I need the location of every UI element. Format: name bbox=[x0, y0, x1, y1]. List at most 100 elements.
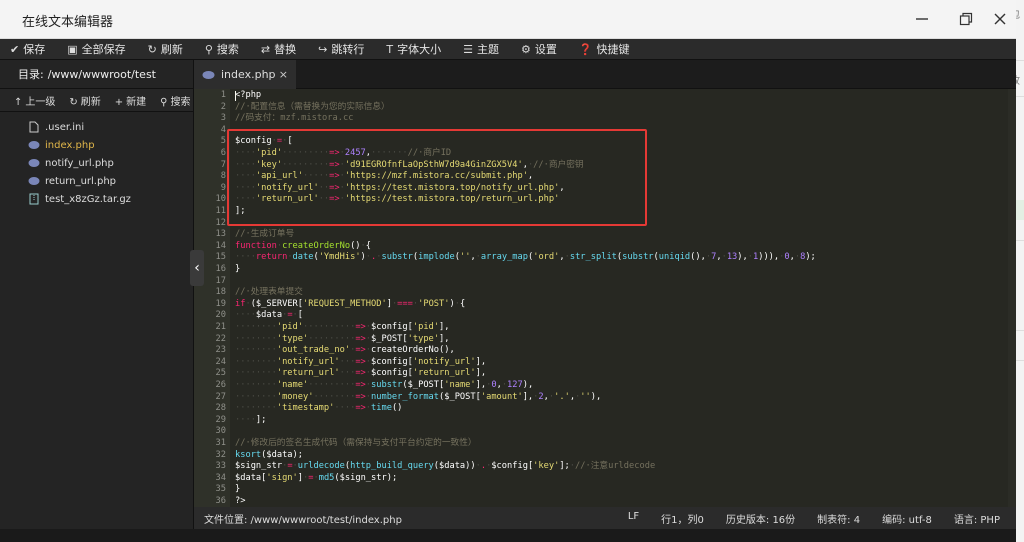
code-text: ········'out_trade_no'·=>·createOrderNo(… bbox=[235, 345, 455, 356]
parent-dir-button[interactable]: ↑ 上一级 bbox=[14, 93, 55, 108]
code-line: 23 ········'out_trade_no'·=>·createOrderN… bbox=[194, 345, 984, 357]
chevron-left-icon: ‹ bbox=[194, 260, 200, 276]
line-number: 4 bbox=[220, 124, 226, 135]
theme-button[interactable]: ☰ 主题 bbox=[463, 41, 499, 57]
replace-icon: ⇄ bbox=[260, 42, 271, 56]
line-number: 36 bbox=[215, 496, 226, 506]
goto-line-button[interactable]: ↪ 跳转行 bbox=[318, 41, 364, 57]
line-number: 25 bbox=[215, 368, 226, 379]
code-text: <?php bbox=[235, 90, 262, 100]
code-line: 30 bbox=[194, 426, 984, 438]
php-elephant-icon bbox=[202, 70, 215, 79]
code-line: 15 ····return·date('YmdHis')·.·substr(imp… bbox=[194, 252, 984, 264]
status-bar: 文件位置: /www/wwwroot/test/index.php LF 行1，… bbox=[194, 507, 1016, 529]
code-line: 35} bbox=[194, 484, 984, 496]
new-file-button[interactable]: + 新建 bbox=[115, 93, 146, 108]
encoding-status[interactable]: 编码: utf-8 bbox=[882, 511, 932, 526]
line-number: 9 bbox=[220, 182, 226, 193]
code-line: 12 bbox=[194, 218, 984, 230]
minimize-icon bbox=[916, 18, 928, 20]
code-text: function·createOrderNo()·{ bbox=[235, 240, 372, 251]
line-number: 31 bbox=[215, 438, 226, 448]
code-text: ····'return_url'··=>·'https://test.misto… bbox=[235, 194, 560, 205]
code-line: 36 ?> bbox=[194, 496, 984, 507]
line-number: 7 bbox=[220, 159, 226, 170]
code-line: 5 $config·=·[ bbox=[194, 136, 984, 148]
code-line: 3 //码支付：mzf.mistora.cc bbox=[194, 113, 984, 125]
tab-close-icon[interactable]: × bbox=[279, 68, 288, 81]
vertical-scrollbar[interactable] bbox=[1008, 89, 1016, 507]
settings-button[interactable]: ⚙ 设置 bbox=[521, 41, 557, 57]
code-line: 1 <?php bbox=[194, 90, 984, 102]
bottom-edge bbox=[0, 529, 1016, 542]
code-line: 17 bbox=[194, 276, 984, 288]
code-text: ········'pid'··········=>·$config['pid']… bbox=[235, 322, 450, 332]
maximize-button[interactable] bbox=[956, 9, 976, 29]
replace-button[interactable]: ⇄ 替换 bbox=[261, 41, 296, 57]
sidebar-refresh-button[interactable]: ↻ 刷新 bbox=[69, 93, 100, 108]
collapse-sidebar-button[interactable]: ‹ bbox=[190, 250, 204, 286]
code-line: 11]; bbox=[194, 206, 984, 218]
arrow-up-icon: ↑ bbox=[14, 96, 23, 108]
file-item[interactable]: .user.ini bbox=[0, 118, 193, 136]
line-number: 23 bbox=[215, 345, 226, 356]
code-line: 26 ········'name'·········=>·substr($_POS… bbox=[194, 380, 984, 392]
file-item[interactable]: return_url.php bbox=[0, 172, 193, 190]
file-path-status: 文件位置: /www/wwwroot/test/index.php bbox=[204, 514, 402, 526]
save-button[interactable]: ✔ 保存 bbox=[10, 41, 45, 57]
code-text: ········'notify_url'···=>·$config['notif… bbox=[235, 356, 487, 367]
help-icon: ❓ bbox=[578, 42, 593, 56]
file-item[interactable]: notify_url.php bbox=[0, 154, 193, 172]
refresh-icon: ↻ bbox=[69, 96, 78, 108]
window-title: 在线文本编辑器 bbox=[22, 15, 114, 30]
code-line: 33 $sign_str·=·urldecode(http_build_query… bbox=[194, 461, 984, 473]
line-number: 13 bbox=[215, 229, 226, 240]
code-editor[interactable]: 1 <?php 2 //·配置信息（需替换为您的实际信息） 3 //码支付：mzf.mis… bbox=[194, 89, 1016, 507]
history-status[interactable]: 历史版本: 16份 bbox=[726, 511, 795, 526]
editor-window: 在线文本编辑器 ✔ 保存 ▣ 全部保存 ↻ 刷新 ⚲ 搜索 ⇄ 替换 ↪ 跳转行 T 字体大小… bbox=[0, 0, 1016, 542]
php-elephant-icon bbox=[28, 175, 40, 187]
refresh-icon: ↻ bbox=[147, 42, 157, 56]
code-line: 24 ········'notify_url'···=>·$config['not… bbox=[194, 357, 984, 369]
tab-index-php[interactable]: index.php × bbox=[194, 60, 296, 89]
code-line: 13 //·生成订单号 bbox=[194, 229, 984, 241]
line-number: 27 bbox=[215, 391, 226, 402]
font-size-button[interactable]: T 字体大小 bbox=[386, 41, 441, 57]
code-line: 2 //·配置信息（需替换为您的实际信息） bbox=[194, 102, 984, 114]
code-text: ········'type'·········=>·$_POST['type']… bbox=[235, 333, 450, 344]
shortcuts-button[interactable]: ❓ 快捷键 bbox=[579, 41, 630, 57]
line-number: 20 bbox=[215, 310, 226, 321]
php-elephant-icon bbox=[28, 139, 40, 151]
code-line: 32 ksort($data); bbox=[194, 450, 984, 462]
gear-icon: ⚙ bbox=[520, 42, 531, 56]
line-number: 33 bbox=[215, 461, 226, 472]
refresh-button[interactable]: ↻ 刷新 bbox=[148, 41, 183, 57]
directory-bar: 目录: /www/wwwroot/test bbox=[0, 60, 193, 89]
code-line: 20 ····$data·=·[ bbox=[194, 310, 984, 322]
file-item[interactable]: index.php bbox=[0, 136, 193, 154]
title-bar: 在线文本编辑器 bbox=[0, 0, 1016, 39]
file-item[interactable]: test_x8zGz.tar.gz bbox=[0, 190, 193, 208]
search-button[interactable]: ⚲ 搜索 bbox=[205, 41, 239, 57]
cursor-position-status[interactable]: 行1，列0 bbox=[661, 511, 704, 526]
search-icon: ⚲ bbox=[204, 42, 213, 56]
text-cursor bbox=[235, 91, 236, 101]
close-button[interactable] bbox=[990, 9, 1010, 29]
line-number: 3 bbox=[220, 113, 226, 124]
save-all-button[interactable]: ▣ 全部保存 bbox=[67, 41, 125, 57]
code-line: 7 ····'key'·········=>·'d91EGROfnfLaOpSth… bbox=[194, 160, 984, 172]
tab-bar: index.php × bbox=[194, 60, 1016, 89]
code-text: ····$data·=·[ bbox=[235, 310, 304, 321]
sidebar-search-button[interactable]: ⚲ 搜索 bbox=[160, 93, 190, 108]
code-text: ····'pid'·········=>·2457,·······//·商户ID bbox=[235, 148, 452, 158]
line-ending-status[interactable]: LF bbox=[628, 511, 639, 526]
minimize-button[interactable] bbox=[912, 9, 932, 29]
code-text: //·处理表单提交 bbox=[235, 287, 303, 298]
code-text: } bbox=[235, 264, 241, 274]
code-line: 25 ········'return_url'···=>·$config['ret… bbox=[194, 368, 984, 380]
code-text: ····'api_url'·····=>·'https://mzf.mistor… bbox=[235, 171, 534, 182]
tab-size-status[interactable]: 制表符: 4 bbox=[817, 511, 860, 526]
code-text: ····return·date('YmdHis')·.·substr(implo… bbox=[235, 252, 816, 263]
code-text: ]; bbox=[235, 206, 246, 216]
language-status[interactable]: 语言: PHP bbox=[954, 511, 1000, 526]
